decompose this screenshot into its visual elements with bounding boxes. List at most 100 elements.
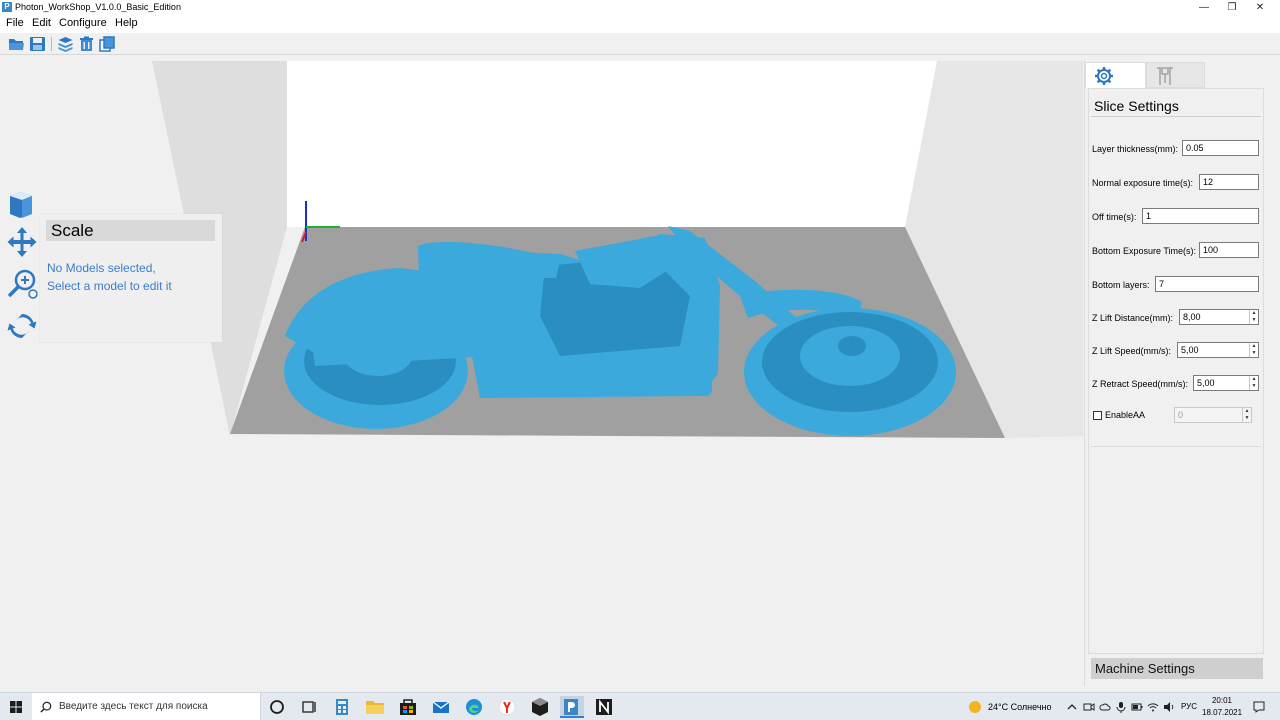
scale-panel: Scale No Models selected, Select a model… — [40, 214, 222, 342]
aa-level-spinbox: 0 ▲ ▼ — [1174, 407, 1252, 423]
wifi-icon[interactable] — [1147, 701, 1159, 713]
cloud-icon[interactable] — [1099, 701, 1111, 713]
photon-workshop-icon — [564, 699, 578, 715]
3d-app-icon[interactable] — [529, 696, 551, 718]
yandex-browser-icon[interactable] — [496, 696, 518, 718]
title-divider — [1091, 116, 1261, 117]
spin-down-icon[interactable]: ▼ — [1249, 317, 1258, 324]
z-lift-distance-spinbox[interactable]: 8,00 ▲ ▼ — [1179, 309, 1259, 325]
slice-settings-body — [1088, 88, 1264, 654]
search-placeholder: Введите здесь текст для поиска — [59, 701, 208, 712]
slice-layers-icon[interactable] — [57, 36, 74, 52]
3d-viewport[interactable]: Scale No Models selected, Select a model… — [0, 56, 1083, 690]
settings-divider — [1091, 446, 1261, 447]
clock-time[interactable]: 20:01 — [1205, 696, 1239, 705]
close-button[interactable]: ✕ — [1248, 0, 1272, 15]
settings-panel: Slice Settings Layer thickness(mm): 0.05… — [1084, 60, 1266, 686]
save-icon[interactable] — [29, 36, 46, 52]
layer-thickness-label: Layer thickness(mm): — [1092, 144, 1179, 154]
scale-icon[interactable] — [6, 268, 38, 300]
file-explorer-icon[interactable] — [364, 696, 386, 718]
normal-exposure-label: Normal exposure time(s): — [1092, 178, 1194, 188]
layer-thickness-input[interactable]: 0.05 — [1182, 140, 1259, 156]
menu-edit[interactable]: Edit — [30, 17, 53, 29]
edge-browser-icon[interactable] — [463, 696, 485, 718]
rear-hub — [344, 336, 412, 376]
windows-start-icon[interactable] — [0, 693, 32, 720]
z-lift-speed-value: 5,00 — [1181, 345, 1199, 355]
aa-level-value: 0 — [1178, 410, 1184, 420]
spin-up-icon[interactable]: ▲ — [1249, 343, 1258, 350]
task-view-icon[interactable] — [298, 696, 320, 718]
enable-aa-checkbox[interactable] — [1093, 411, 1102, 420]
toolbar — [0, 33, 1280, 55]
slice-settings-title: Slice Settings — [1094, 98, 1179, 114]
machine-icon — [1157, 67, 1173, 85]
z-lift-distance-value: 8,00 — [1183, 312, 1201, 322]
rotate-icon[interactable] — [6, 310, 38, 342]
normal-exposure-input[interactable]: 12 — [1199, 174, 1259, 190]
toolbar-separator — [51, 37, 52, 51]
menu-help[interactable]: Help — [113, 17, 140, 29]
notifications-icon[interactable] — [1253, 701, 1265, 713]
title-bar: P Photon_WorkShop_V1.0.0_Basic_Edition —… — [0, 0, 1280, 15]
battery-icon[interactable] — [1131, 701, 1143, 713]
settings-tabs — [1085, 60, 1267, 88]
menu-bar: File Edit Configure Help — [0, 15, 1280, 33]
machine-settings-header[interactable]: Machine Settings — [1091, 658, 1263, 679]
spin-up-icon[interactable]: ▲ — [1249, 310, 1258, 317]
restore-button[interactable]: ❐ — [1220, 0, 1244, 15]
open-folder-icon[interactable] — [8, 36, 25, 52]
gear-icon — [1095, 67, 1113, 85]
front-hub — [838, 336, 866, 356]
spin-up-icon: ▲ — [1242, 408, 1251, 415]
store-icon[interactable] — [397, 696, 419, 718]
z-lift-speed-label: Z Lift Speed(mm/s): — [1092, 346, 1172, 356]
language-indicator[interactable]: РУС — [1181, 702, 1197, 711]
move-icon[interactable] — [6, 226, 38, 258]
menu-file[interactable]: File — [4, 17, 26, 29]
bottom-exposure-input[interactable]: 100 — [1199, 242, 1259, 258]
delete-icon[interactable] — [78, 36, 95, 52]
app-icon: P — [2, 2, 12, 12]
notion-icon[interactable] — [593, 696, 615, 718]
front-wheel-spokes — [800, 326, 900, 386]
mail-icon[interactable] — [430, 696, 452, 718]
copy-icon[interactable] — [99, 36, 116, 52]
build-volume-scene[interactable] — [0, 56, 1083, 690]
chevron-up-icon[interactable] — [1067, 702, 1077, 712]
back-wall — [287, 61, 937, 227]
z-retract-speed-label: Z Retract Speed(mm/s): — [1092, 379, 1189, 389]
weather-text[interactable]: 24°C Солнечно — [988, 702, 1052, 712]
tab-machine-settings[interactable] — [1146, 62, 1205, 88]
cube-view-icon[interactable] — [6, 188, 38, 220]
scale-panel-title: Scale — [46, 220, 215, 241]
spin-up-icon[interactable]: ▲ — [1249, 376, 1258, 383]
meet-now-icon[interactable] — [1083, 701, 1095, 713]
enable-aa-label: EnableAA — [1105, 410, 1146, 420]
z-lift-speed-spinbox[interactable]: 5,00 ▲ ▼ — [1177, 342, 1259, 358]
search-icon — [40, 701, 52, 713]
spin-down-icon[interactable]: ▼ — [1249, 383, 1258, 390]
sun-weather-icon — [969, 701, 981, 713]
minimize-button[interactable]: — — [1192, 0, 1216, 15]
tab-slice-settings[interactable] — [1085, 62, 1146, 88]
bottom-layers-label: Bottom layers: — [1092, 280, 1150, 290]
bottom-exposure-label: Bottom Exposure Time(s): — [1092, 246, 1197, 256]
spin-down-icon: ▼ — [1242, 415, 1251, 422]
taskbar-search-box[interactable]: Введите здесь текст для поиска — [32, 693, 261, 720]
calculator-icon[interactable] — [331, 696, 353, 718]
microphone-icon[interactable] — [1115, 701, 1127, 713]
taskbar: Введите здесь текст для поиска 24°C Солн… — [0, 692, 1280, 720]
photon-workshop-taskbar-button[interactable] — [560, 696, 584, 718]
z-retract-speed-spinbox[interactable]: 5,00 ▲ ▼ — [1193, 375, 1259, 391]
menu-configure[interactable]: Configure — [57, 17, 109, 29]
window-title: Photon_WorkShop_V1.0.0_Basic_Edition — [15, 2, 181, 12]
bottom-layers-input[interactable]: 7 — [1155, 276, 1259, 292]
cortana-icon[interactable] — [266, 696, 288, 718]
volume-icon[interactable] — [1163, 701, 1175, 713]
off-time-input[interactable]: 1 — [1142, 208, 1259, 224]
spin-down-icon[interactable]: ▼ — [1249, 350, 1258, 357]
scale-panel-message: No Models selected, — [47, 261, 156, 275]
clock-date[interactable]: 18.07.2021 — [1202, 708, 1242, 717]
